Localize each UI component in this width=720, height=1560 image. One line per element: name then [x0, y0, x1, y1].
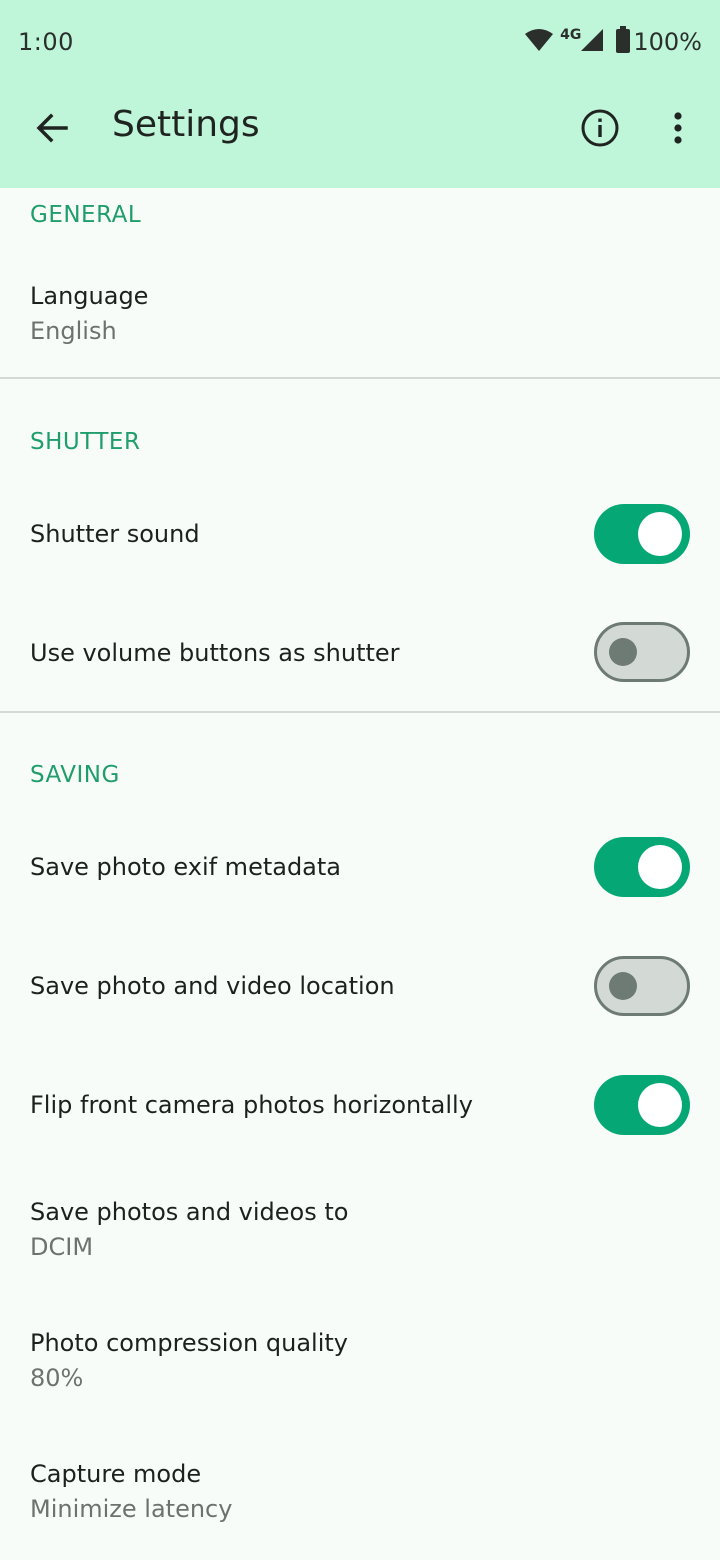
- arrow-back-icon: [35, 111, 69, 149]
- wifi-icon: [524, 28, 554, 56]
- shutter-sound-setting[interactable]: Shutter sound: [0, 480, 720, 590]
- battery-level: 100%: [633, 28, 702, 56]
- flip-front-title: Flip front camera photos horizontally: [30, 1091, 473, 1119]
- save-to-value: DCIM: [30, 1233, 94, 1261]
- language-title: Language: [30, 282, 149, 310]
- flip-front-switch[interactable]: [594, 1075, 690, 1135]
- switch-thumb: [609, 972, 637, 1000]
- section-header-shutter: SHUTTER: [30, 429, 141, 455]
- location-setting[interactable]: Save photo and video location: [0, 932, 720, 1042]
- switch-thumb: [638, 1083, 682, 1127]
- network-type: 4G: [560, 27, 582, 43]
- save-to-title: Save photos and videos to: [30, 1198, 349, 1226]
- more-options-button[interactable]: [650, 100, 706, 160]
- capture-mode-value: Minimize latency: [30, 1495, 233, 1523]
- volume-buttons-setting[interactable]: Use volume buttons as shutter: [0, 598, 720, 708]
- page-title: Settings: [112, 104, 260, 145]
- location-title: Save photo and video location: [30, 972, 395, 1000]
- capture-mode-setting[interactable]: Capture mode Minimize latency: [0, 1440, 720, 1550]
- section-header-general: GENERAL: [30, 202, 142, 228]
- shutter-sound-title: Shutter sound: [30, 520, 200, 548]
- divider: [0, 377, 720, 379]
- back-button[interactable]: [22, 100, 82, 160]
- switch-thumb: [609, 638, 637, 666]
- battery-icon: [615, 26, 631, 58]
- exif-title: Save photo exif metadata: [30, 853, 342, 881]
- info-button[interactable]: [570, 100, 630, 160]
- location-switch[interactable]: [594, 956, 690, 1016]
- language-value: English: [30, 317, 117, 345]
- status-time: 1:00: [18, 28, 74, 56]
- exif-switch[interactable]: [594, 837, 690, 897]
- volume-buttons-title: Use volume buttons as shutter: [30, 639, 400, 667]
- language-setting[interactable]: Language English: [0, 262, 720, 372]
- exif-setting[interactable]: Save photo exif metadata: [0, 813, 720, 923]
- compression-title: Photo compression quality: [30, 1329, 348, 1357]
- switch-thumb: [638, 512, 682, 556]
- more-vert-icon: [672, 111, 684, 149]
- info-icon: [580, 108, 620, 152]
- switch-thumb: [638, 845, 682, 889]
- capture-mode-title: Capture mode: [30, 1460, 202, 1488]
- volume-buttons-switch[interactable]: [594, 622, 690, 682]
- compression-value: 80%: [30, 1364, 84, 1392]
- shutter-sound-switch[interactable]: [594, 504, 690, 564]
- signal-icon: [579, 27, 605, 57]
- compression-setting[interactable]: Photo compression quality 80%: [0, 1309, 720, 1419]
- save-location-setting[interactable]: Save photos and videos to DCIM: [0, 1178, 720, 1288]
- section-header-saving: SAVING: [30, 762, 120, 788]
- status-icons: 4G 100%: [524, 24, 702, 60]
- divider: [0, 711, 720, 713]
- app-bar: 1:00 4G 100% Settings: [0, 0, 720, 188]
- flip-front-setting[interactable]: Flip front camera photos horizontally: [0, 1051, 720, 1161]
